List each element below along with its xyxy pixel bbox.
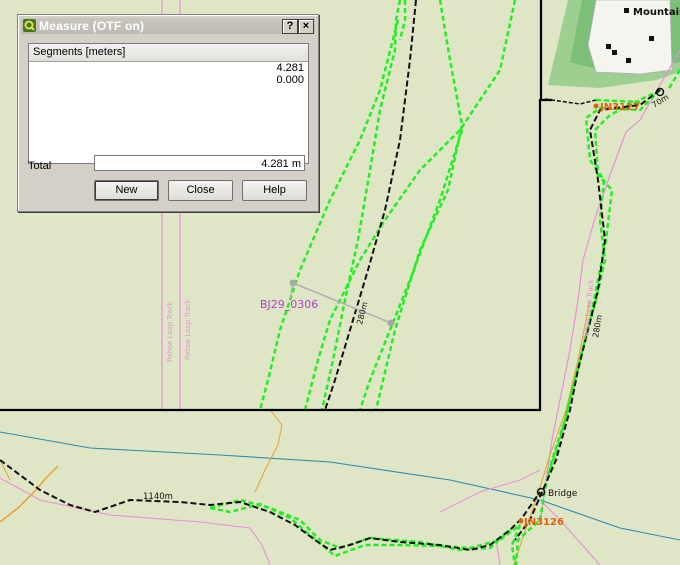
qgis-icon [23, 19, 36, 32]
total-label: Total [28, 160, 52, 172]
distance-label-1140: 1140m [143, 492, 173, 502]
building-marker [606, 44, 611, 49]
top-code-label: JN3127 [599, 102, 640, 113]
segments-header[interactable]: Segments [meters] [29, 44, 308, 62]
segment-row[interactable]: 0.000 [29, 74, 308, 86]
new-button[interactable]: New [94, 180, 159, 201]
pink-track-line [539, 499, 601, 565]
orange-line [254, 409, 283, 493]
pink-track-line [495, 539, 501, 565]
measure-point [387, 319, 395, 327]
mountain-label: Mountain [633, 7, 680, 18]
building-marker [624, 8, 629, 13]
green-track [358, 129, 464, 411]
jn-marker [518, 518, 524, 524]
help-button[interactable]: Help [242, 180, 307, 201]
building-marker [626, 58, 631, 63]
jn3126-label: JN3126 [523, 517, 564, 528]
bridge-label: Bridge [548, 489, 578, 499]
bj29-label: BJ29_0306 [260, 298, 318, 311]
help-title-button[interactable]: ? [282, 19, 298, 34]
total-field[interactable]: 4.281 m [94, 155, 305, 171]
pink-track-line [439, 469, 541, 513]
pink-track-line [539, 49, 680, 526]
green-track [398, 0, 407, 41]
map-frame-top-line [544, 98, 597, 105]
route-line [324, 0, 417, 411]
distance-label-280-b: 280m [591, 314, 604, 338]
dialog-titlebar[interactable]: Measure (OTF on) ? × [21, 18, 315, 34]
close-title-button[interactable]: × [298, 19, 314, 34]
blue-stream-line [0, 431, 680, 541]
track-label-2: Pahoa Loop Track [184, 298, 192, 360]
measure-dialog[interactable]: Measure (OTF on) ? × Segments [meters] 4… [17, 14, 319, 212]
close-button[interactable]: Close [168, 180, 233, 201]
track-label-1: Pahoa Loop Track [166, 300, 174, 362]
segments-list[interactable]: Segments [meters] 4.281 0.000 [28, 43, 309, 164]
dialog-title: Measure (OTF on) [39, 19, 145, 33]
top-jn-marker [593, 103, 599, 109]
route-line [0, 459, 541, 552]
green-track [374, 0, 464, 411]
segment-row[interactable]: 4.281 [29, 62, 308, 74]
building-marker [649, 36, 654, 41]
building-marker [612, 50, 617, 55]
